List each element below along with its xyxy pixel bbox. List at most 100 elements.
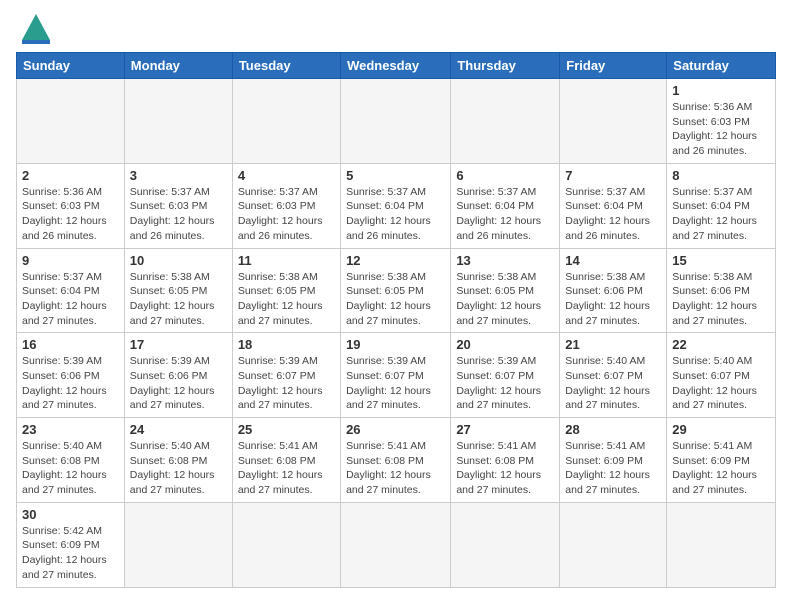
calendar-cell: 23 Sunrise: 5:40 AMSunset: 6:08 PMDayligh… <box>17 418 125 503</box>
logo <box>16 16 52 44</box>
day-number: 5 <box>346 168 445 183</box>
day-header-saturday: Saturday <box>667 53 776 79</box>
calendar-cell: 14Sunrise: 5:38 AMSunset: 6:06 PMDayligh… <box>560 248 667 333</box>
calendar-cell: 13Sunrise: 5:38 AMSunset: 6:05 PMDayligh… <box>451 248 560 333</box>
calendar-cell: 18 Sunrise: 5:39 AMSunset: 6:07 PMDayligh… <box>232 333 340 418</box>
calendar-cell: 30Sunrise: 5:42 AMSunset: 6:09 PMDayligh… <box>17 502 125 587</box>
day-number: 28 <box>565 422 661 437</box>
day-info: Sunrise: 5:40 AMSunset: 6:08 PMDaylight:… <box>22 439 119 498</box>
day-info: Sunrise: 5:36 AMSunset: 6:03 PMDaylight:… <box>22 185 119 244</box>
day-number: 14 <box>565 253 661 268</box>
day-number: 1 <box>672 83 770 98</box>
day-number: 11 <box>238 253 335 268</box>
calendar-week-3: 9 Sunrise: 5:37 AMSunset: 6:04 PMDaylight… <box>17 248 776 333</box>
calendar-cell <box>124 502 232 587</box>
day-number: 23 <box>22 422 119 437</box>
day-info: Sunrise: 5:37 AMSunset: 6:04 PMDaylight:… <box>346 185 445 244</box>
day-info: Sunrise: 5:39 AMSunset: 6:06 PMDaylight:… <box>22 354 119 413</box>
calendar-header-row: SundayMondayTuesdayWednesdayThursdayFrid… <box>17 53 776 79</box>
calendar-cell: 5 Sunrise: 5:37 AMSunset: 6:04 PMDaylight… <box>341 163 451 248</box>
day-info: Sunrise: 5:40 AMSunset: 6:08 PMDaylight:… <box>130 439 227 498</box>
day-info: Sunrise: 5:38 AMSunset: 6:06 PMDaylight:… <box>672 270 770 329</box>
calendar-cell <box>560 79 667 164</box>
day-number: 22 <box>672 337 770 352</box>
day-info: Sunrise: 5:37 AMSunset: 6:03 PMDaylight:… <box>238 185 335 244</box>
calendar-cell <box>232 79 340 164</box>
day-info: Sunrise: 5:38 AMSunset: 6:05 PMDaylight:… <box>238 270 335 329</box>
day-number: 3 <box>130 168 227 183</box>
day-info: Sunrise: 5:41 AMSunset: 6:08 PMDaylight:… <box>238 439 335 498</box>
day-header-wednesday: Wednesday <box>341 53 451 79</box>
day-number: 26 <box>346 422 445 437</box>
day-number: 7 <box>565 168 661 183</box>
day-number: 16 <box>22 337 119 352</box>
day-number: 15 <box>672 253 770 268</box>
day-number: 18 <box>238 337 335 352</box>
day-number: 17 <box>130 337 227 352</box>
calendar-cell: 27Sunrise: 5:41 AMSunset: 6:08 PMDayligh… <box>451 418 560 503</box>
day-info: Sunrise: 5:41 AMSunset: 6:09 PMDaylight:… <box>565 439 661 498</box>
calendar-cell: 24 Sunrise: 5:40 AMSunset: 6:08 PMDayligh… <box>124 418 232 503</box>
calendar-cell: 6Sunrise: 5:37 AMSunset: 6:04 PMDaylight… <box>451 163 560 248</box>
day-info: Sunrise: 5:40 AMSunset: 6:07 PMDaylight:… <box>672 354 770 413</box>
day-number: 2 <box>22 168 119 183</box>
day-info: Sunrise: 5:39 AMSunset: 6:07 PMDaylight:… <box>456 354 554 413</box>
day-number: 24 <box>130 422 227 437</box>
calendar-cell <box>124 79 232 164</box>
calendar-week-2: 2 Sunrise: 5:36 AMSunset: 6:03 PMDaylight… <box>17 163 776 248</box>
day-number: 13 <box>456 253 554 268</box>
calendar-cell: 26 Sunrise: 5:41 AMSunset: 6:08 PMDayligh… <box>341 418 451 503</box>
day-info: Sunrise: 5:37 AMSunset: 6:04 PMDaylight:… <box>456 185 554 244</box>
calendar-cell: 16 Sunrise: 5:39 AMSunset: 6:06 PMDayligh… <box>17 333 125 418</box>
calendar-cell: 20 Sunrise: 5:39 AMSunset: 6:07 PMDayligh… <box>451 333 560 418</box>
day-info: Sunrise: 5:39 AMSunset: 6:07 PMDaylight:… <box>238 354 335 413</box>
calendar-cell: 22 Sunrise: 5:40 AMSunset: 6:07 PMDayligh… <box>667 333 776 418</box>
calendar-cell <box>560 502 667 587</box>
day-info: Sunrise: 5:38 AMSunset: 6:05 PMDaylight:… <box>346 270 445 329</box>
day-info: Sunrise: 5:37 AMSunset: 6:04 PMDaylight:… <box>565 185 661 244</box>
calendar-cell: 28 Sunrise: 5:41 AMSunset: 6:09 PMDayligh… <box>560 418 667 503</box>
day-number: 20 <box>456 337 554 352</box>
day-number: 19 <box>346 337 445 352</box>
calendar-cell: 3 Sunrise: 5:37 AMSunset: 6:03 PMDaylight… <box>124 163 232 248</box>
calendar-cell: 10Sunrise: 5:38 AMSunset: 6:05 PMDayligh… <box>124 248 232 333</box>
calendar-cell: 19Sunrise: 5:39 AMSunset: 6:07 PMDayligh… <box>341 333 451 418</box>
page-header <box>16 16 776 44</box>
day-info: Sunrise: 5:37 AMSunset: 6:04 PMDaylight:… <box>22 270 119 329</box>
day-info: Sunrise: 5:41 AMSunset: 6:08 PMDaylight:… <box>346 439 445 498</box>
day-info: Sunrise: 5:37 AMSunset: 6:03 PMDaylight:… <box>130 185 227 244</box>
day-number: 12 <box>346 253 445 268</box>
day-header-tuesday: Tuesday <box>232 53 340 79</box>
calendar-cell: 15 Sunrise: 5:38 AMSunset: 6:06 PMDayligh… <box>667 248 776 333</box>
calendar-cell: 11 Sunrise: 5:38 AMSunset: 6:05 PMDayligh… <box>232 248 340 333</box>
day-info: Sunrise: 5:39 AMSunset: 6:06 PMDaylight:… <box>130 354 227 413</box>
day-info: Sunrise: 5:40 AMSunset: 6:07 PMDaylight:… <box>565 354 661 413</box>
calendar-week-4: 16 Sunrise: 5:39 AMSunset: 6:06 PMDayligh… <box>17 333 776 418</box>
calendar-cell: 12 Sunrise: 5:38 AMSunset: 6:05 PMDayligh… <box>341 248 451 333</box>
calendar-cell <box>341 502 451 587</box>
day-info: Sunrise: 5:42 AMSunset: 6:09 PMDaylight:… <box>22 524 119 583</box>
calendar-cell <box>341 79 451 164</box>
day-header-sunday: Sunday <box>17 53 125 79</box>
calendar-cell <box>451 79 560 164</box>
day-info: Sunrise: 5:36 AMSunset: 6:03 PMDaylight:… <box>672 100 770 159</box>
calendar-week-1: 1 Sunrise: 5:36 AMSunset: 6:03 PMDaylight… <box>17 79 776 164</box>
day-number: 25 <box>238 422 335 437</box>
calendar-cell: 8Sunrise: 5:37 AMSunset: 6:04 PMDaylight… <box>667 163 776 248</box>
day-number: 29 <box>672 422 770 437</box>
calendar-week-5: 23 Sunrise: 5:40 AMSunset: 6:08 PMDayligh… <box>17 418 776 503</box>
calendar-cell <box>451 502 560 587</box>
calendar-cell: 1 Sunrise: 5:36 AMSunset: 6:03 PMDaylight… <box>667 79 776 164</box>
day-number: 8 <box>672 168 770 183</box>
day-number: 9 <box>22 253 119 268</box>
day-number: 27 <box>456 422 554 437</box>
calendar-cell: 9 Sunrise: 5:37 AMSunset: 6:04 PMDaylight… <box>17 248 125 333</box>
calendar-cell <box>667 502 776 587</box>
day-number: 4 <box>238 168 335 183</box>
calendar-cell: 29Sunrise: 5:41 AMSunset: 6:09 PMDayligh… <box>667 418 776 503</box>
calendar-week-6: 30Sunrise: 5:42 AMSunset: 6:09 PMDayligh… <box>17 502 776 587</box>
calendar-cell: 2 Sunrise: 5:36 AMSunset: 6:03 PMDaylight… <box>17 163 125 248</box>
calendar-cell: 4 Sunrise: 5:37 AMSunset: 6:03 PMDaylight… <box>232 163 340 248</box>
day-number: 10 <box>130 253 227 268</box>
calendar-cell <box>232 502 340 587</box>
